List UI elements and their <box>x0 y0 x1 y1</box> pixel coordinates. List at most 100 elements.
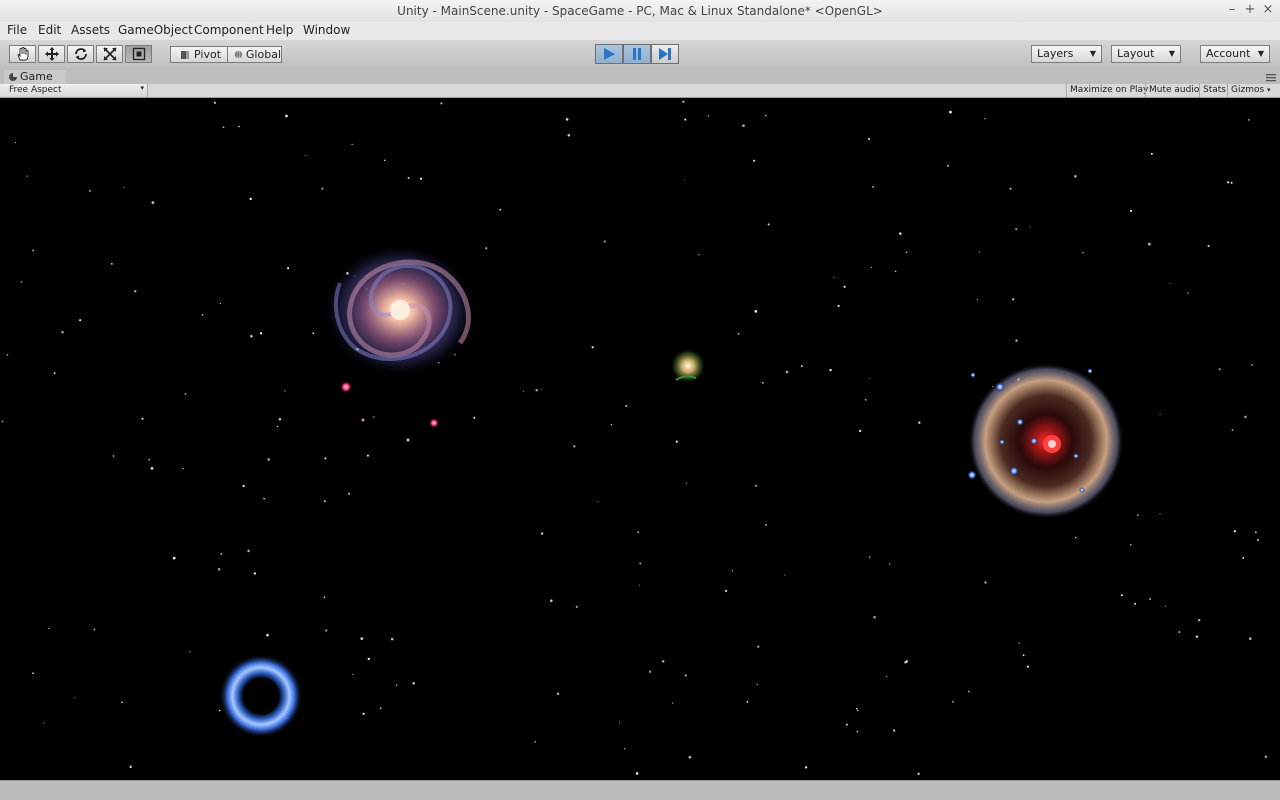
star <box>133 290 137 293</box>
spiral-galaxy[interactable] <box>322 242 478 442</box>
panel-menu-icon[interactable] <box>1266 74 1276 82</box>
menu-edit[interactable]: Edit <box>38 23 61 37</box>
star <box>1074 174 1077 178</box>
star <box>1233 530 1236 533</box>
status-bar <box>0 780 1280 800</box>
star <box>222 126 225 129</box>
star <box>48 627 50 630</box>
star <box>1029 226 1031 228</box>
star <box>869 556 871 558</box>
pivot-label: Pivot <box>194 48 222 61</box>
pivot-toggle[interactable]: Pivot <box>170 46 228 63</box>
star <box>419 177 423 180</box>
aspect-dropdown[interactable]: Free Aspect ▾ <box>0 84 148 97</box>
close-button[interactable]: × <box>1260 3 1276 17</box>
menu-gameobject[interactable]: GameObject <box>118 23 193 37</box>
star <box>905 660 908 663</box>
star <box>550 599 553 602</box>
star <box>1231 429 1234 431</box>
minimize-button[interactable]: – <box>1224 3 1240 17</box>
star <box>323 596 326 599</box>
star <box>1015 339 1018 342</box>
star <box>1134 602 1137 605</box>
star <box>43 722 45 724</box>
star <box>540 388 542 390</box>
mute-audio-button[interactable]: Mute audio <box>1145 84 1202 97</box>
star <box>284 390 286 392</box>
star <box>305 154 307 157</box>
global-toggle[interactable]: Global <box>227 46 282 63</box>
star <box>856 730 859 733</box>
star <box>682 100 685 103</box>
star <box>625 404 628 407</box>
menu-window[interactable]: Window <box>303 23 350 37</box>
pause-icon <box>633 48 641 60</box>
star <box>1244 415 1247 419</box>
menu-help[interactable]: Help <box>266 23 293 37</box>
red-star-nebula[interactable] <box>967 363 1124 519</box>
scale-tool-button[interactable] <box>96 45 123 63</box>
blue-black-hole[interactable] <box>219 654 303 738</box>
hand-tool-button[interactable] <box>9 45 36 63</box>
star <box>597 501 599 503</box>
star <box>440 102 443 105</box>
star <box>219 302 221 305</box>
move-tool-button[interactable] <box>38 45 65 63</box>
star <box>93 628 96 631</box>
star <box>1198 619 1201 622</box>
menu-assets[interactable]: Assets <box>71 23 110 37</box>
star <box>886 676 888 678</box>
star <box>150 467 154 470</box>
space-scene <box>1 100 1268 776</box>
star <box>220 553 223 555</box>
rect-tool-button[interactable] <box>125 45 152 63</box>
step-icon <box>659 48 671 60</box>
star <box>112 455 115 457</box>
game-viewport[interactable] <box>0 98 1280 780</box>
star <box>1149 598 1152 600</box>
layout-dropdown[interactable]: Layout ▼ <box>1111 45 1181 63</box>
layers-dropdown[interactable]: Layers ▼ <box>1031 45 1102 63</box>
move-icon <box>44 47 59 61</box>
star <box>1242 556 1245 559</box>
window-title: Unity - MainScene.unity - SpaceGame - PC… <box>397 4 883 18</box>
star <box>473 416 476 419</box>
pause-button[interactable] <box>623 44 651 64</box>
star <box>683 180 685 182</box>
star <box>1187 292 1189 294</box>
star <box>894 270 897 273</box>
star <box>984 581 987 584</box>
star <box>189 651 191 653</box>
rect-icon <box>132 47 145 61</box>
rotate-tool-button[interactable] <box>67 45 94 63</box>
star <box>978 251 980 253</box>
tab-game[interactable]: Game <box>4 70 66 84</box>
caret-down-icon: ▾ <box>1267 86 1271 94</box>
star <box>1022 654 1025 657</box>
small-nebula[interactable] <box>670 348 706 384</box>
star <box>785 370 789 374</box>
star <box>312 332 315 335</box>
star <box>540 532 544 535</box>
star <box>151 201 155 204</box>
menu-component[interactable]: Component <box>194 23 264 37</box>
stats-button[interactable]: Stats <box>1199 84 1229 97</box>
step-button[interactable] <box>651 44 679 64</box>
maximize-on-play-button[interactable]: Maximize on Play <box>1066 84 1151 97</box>
menu-file[interactable]: File <box>7 23 27 37</box>
play-button[interactable] <box>595 44 623 64</box>
star <box>1195 635 1199 639</box>
maximize-button[interactable]: + <box>1242 3 1258 17</box>
star <box>247 549 250 553</box>
gizmos-button[interactable]: Gizmos ▾ <box>1227 84 1274 97</box>
star <box>218 709 221 712</box>
star <box>684 118 687 121</box>
star <box>1082 252 1084 254</box>
star <box>535 389 538 392</box>
star <box>287 267 290 270</box>
star <box>1159 414 1161 416</box>
star <box>639 584 641 586</box>
account-dropdown[interactable]: Account ▼ <box>1200 45 1270 63</box>
star <box>635 772 639 775</box>
star <box>905 251 908 253</box>
